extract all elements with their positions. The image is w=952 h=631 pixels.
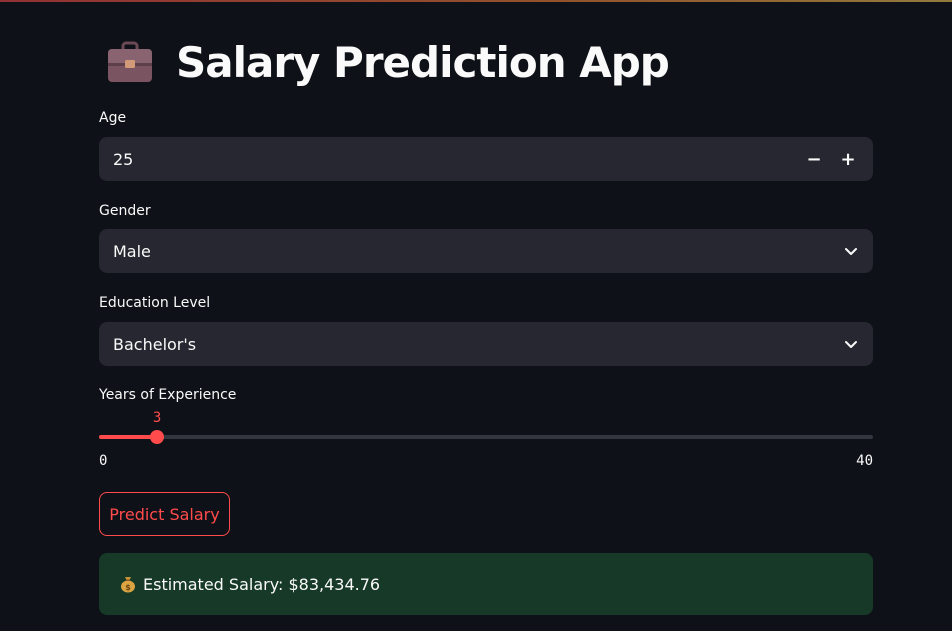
top-decoration-bar [0,0,952,2]
age-value[interactable]: 25 [113,150,133,169]
experience-slider-track[interactable] [99,430,873,444]
age-label: Age [99,110,127,126]
slider-min-label: 0 [99,453,108,469]
age-number-input[interactable]: 25 − + [99,137,873,181]
page-title: Salary Prediction App [176,37,670,87]
chevron-down-icon[interactable] [843,243,859,259]
slider-thumb[interactable] [150,430,165,444]
slider-fill [99,435,158,439]
slider-max-label: 40 [856,453,873,469]
svg-text:$: $ [125,583,131,592]
education-selected-value: Bachelor's [113,334,197,354]
experience-label: Years of Experience [99,387,237,403]
increment-button[interactable]: + [831,137,865,181]
education-select[interactable]: Bachelor's [99,322,873,366]
slider-current-value: 3 [152,410,162,426]
gender-label: Gender [99,203,151,219]
age-stepper: − + [797,137,865,181]
gender-select[interactable]: Male [99,229,873,273]
result-text: Estimated Salary: $83,434.76 [143,574,381,594]
gender-selected-value: Male [113,241,151,261]
chevron-down-icon[interactable] [843,336,859,352]
result-alert: $ Estimated Salary: $83,434.76 [99,553,873,615]
predict-salary-button[interactable]: Predict Salary [99,492,230,536]
page-header: Salary Prediction App [106,34,670,90]
money-bag-icon: $ [121,577,135,593]
education-label: Education Level [99,295,211,311]
briefcase-icon [108,41,152,82]
decrement-button[interactable]: − [797,137,831,181]
